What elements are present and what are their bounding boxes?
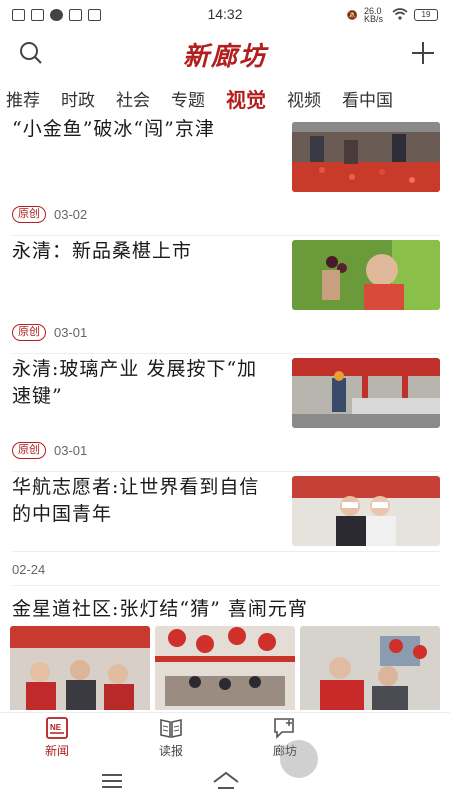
news-date: 03-01 [54,325,88,340]
wifi-icon [392,8,408,22]
mute-icon: 🔕 [346,9,358,20]
gallery-image [10,626,150,710]
mail-icon [31,9,44,21]
news-meta: 原创 03-01 [12,324,87,341]
news-thumbnail [292,358,440,428]
tab-society[interactable]: 社会 [116,86,150,111]
news-thumbnail [292,122,440,192]
news-title: 华航志愿者:让世界看到自信的中国青年 [12,476,260,525]
tab-visual[interactable]: 视觉 [226,84,266,113]
svg-text:NE: NE [50,723,62,732]
nav-news[interactable]: NE 新闻 [0,713,114,764]
news-title: “小金鱼”破冰“闯”京津 [12,118,215,140]
tab-topics[interactable]: 专题 [171,86,205,111]
news-date: 03-01 [54,443,88,458]
news-title: 永清：新品桑椹上市 [12,240,193,262]
chat-plus-icon [273,717,297,739]
news-item[interactable]: 永清:玻璃产业 发展按下“加速键” 原创 03-01 [12,354,440,472]
news-meta: 原创 03-01 [12,442,87,459]
tab-recommend[interactable]: 推荐 [6,86,40,111]
gallery-image [300,626,440,710]
home-icon[interactable] [212,770,240,790]
original-badge: 原创 [12,206,46,223]
nav-read-paper-label: 读报 [158,744,183,758]
news-feed: “小金鱼”破冰“闯”京津 原创 03-02 永清：新品桑椹上市 原创 03-01… [0,118,450,710]
original-badge: 原创 [12,324,46,341]
menu-icon[interactable] [101,772,123,790]
add-channel-icon[interactable] [410,40,436,66]
news-meta: 原创 03-02 [12,206,87,223]
news-item[interactable]: “小金鱼”破冰“闯”京津 原创 03-02 [12,118,440,236]
app-icon [50,9,63,21]
message-icon [88,9,101,21]
news-item[interactable]: 华航志愿者:让世界看到自信的中国青年 [12,472,440,552]
system-nav-bar [0,764,450,800]
gallery-images [10,626,440,710]
notification-icons [12,9,101,21]
gallery-icon [69,9,82,21]
gallery-image [155,626,295,710]
news-title: 永清:玻璃产业 发展按下“加速键” [12,358,258,407]
net-speed: 26.0 KB/s [364,6,384,24]
news-date: 02-24 [12,562,46,577]
tab-politics[interactable]: 时政 [61,86,95,111]
channel-tabs: 推荐 时政 社会 专题 视觉 视频 看中国 [0,82,450,114]
tab-video[interactable]: 视频 [287,86,321,111]
app-header: 新廊坊 [0,32,450,76]
news-item[interactable]: 永清：新品桑椹上市 原创 03-01 [12,236,440,354]
bottom-nav: NE 新闻 读报 廊坊 [0,712,450,764]
gallery-title: 金星道社区:张灯结“猜” 喜闹元宵 [12,598,308,620]
nav-news-label: 新闻 [44,744,69,758]
news-meta: 02-24 [12,552,440,586]
status-bar: 14:32 🔕 26.0 KB/s 19 [0,0,450,30]
app-logo: 新廊坊 [182,42,267,72]
news-thumbnail [292,476,440,546]
nav-read-paper[interactable]: 读报 [114,713,228,764]
news-thumbnail [292,240,440,310]
notification-icon [12,9,25,21]
open-book-icon [159,717,183,739]
original-badge: 原创 [12,442,46,459]
gallery-item[interactable]: 金星道社区:张灯结“猜” 喜闹元宵 [10,586,440,710]
tab-china[interactable]: 看中国 [342,86,393,111]
battery-icon: 19 [414,9,438,21]
newspaper-icon: NE [45,717,69,739]
news-date: 03-02 [54,207,88,222]
